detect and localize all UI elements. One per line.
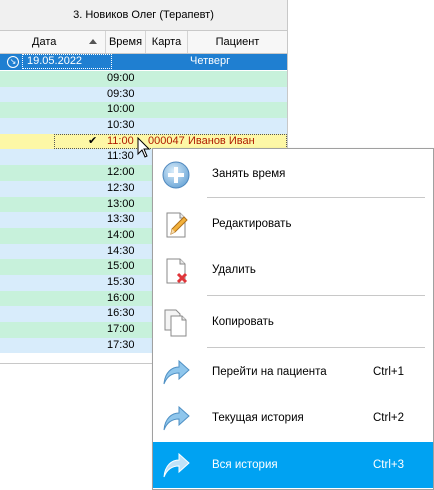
menu-item-copy[interactable]: Копировать — [153, 299, 433, 345]
menu-item-delete[interactable]: Удалить — [153, 247, 433, 293]
slot-time: 12:30 — [107, 181, 135, 194]
menu-item-full-history-label: Вся история — [212, 459, 278, 471]
slot-time: 10:30 — [107, 119, 135, 132]
menu-item-book-time[interactable]: Занять время — [153, 151, 433, 197]
time-slot-row[interactable]: 09:00 — [0, 71, 287, 87]
date-group-row[interactable]: ↘ 19.05.2022 Четверг — [0, 54, 287, 70]
time-slot-row[interactable]: 10:30 — [0, 118, 287, 134]
mouse-cursor-icon — [137, 137, 151, 158]
add-circle-icon — [162, 161, 190, 189]
menu-separator — [207, 347, 425, 348]
slot-time: 13:00 — [107, 197, 135, 210]
forward-arrow-icon — [163, 452, 190, 478]
column-card[interactable]: Карта — [146, 31, 188, 53]
menu-item-edit-label: Редактировать — [212, 218, 292, 230]
edit-document-icon — [166, 212, 188, 238]
slot-time: 12:00 — [107, 166, 135, 179]
checkmark-icon: ✔ — [88, 134, 98, 147]
menu-item-current-history-label: Текущая история — [212, 412, 304, 424]
slot-time: 16:30 — [107, 307, 135, 320]
column-time[interactable]: Время — [106, 31, 146, 53]
slot-time: 10:00 — [107, 103, 135, 116]
doctor-name: 3. Новиков Олег (Терапевт) — [73, 9, 214, 21]
slot-time: 14:00 — [107, 228, 135, 241]
column-time-label: Время — [108, 36, 143, 48]
column-card-label: Карта — [151, 36, 182, 48]
column-patient[interactable]: Пациент — [188, 31, 287, 53]
copy-icon — [164, 309, 187, 337]
column-patient-label: Пациент — [215, 36, 260, 48]
shortcut-ctrl-3: Ctrl+3 — [373, 459, 404, 471]
slot-time: 14:30 — [107, 244, 135, 257]
menu-item-goto-patient-label: Перейти на пациента — [212, 366, 327, 378]
column-headers: Дата Время Карта Пациент — [0, 31, 287, 54]
menu-separator — [207, 197, 425, 198]
menu-item-current-history[interactable]: Текущая история Ctrl+2 — [153, 395, 433, 441]
sort-ascending-icon — [89, 39, 97, 44]
slot-time: 15:00 — [107, 260, 135, 273]
column-date-label: Дата — [32, 36, 57, 48]
forward-arrow-icon — [163, 405, 190, 431]
slot-time: 17:30 — [107, 338, 135, 351]
menu-item-full-history[interactable]: Вся история Ctrl+3 — [153, 442, 433, 488]
time-slot-row[interactable]: 10:00 — [0, 102, 287, 119]
forward-arrow-icon — [163, 359, 190, 385]
slot-time: 16:00 — [107, 291, 135, 304]
doctor-header: 3. Новиков Олег (Терапевт) — [0, 0, 287, 31]
menu-item-book-time-label: Занять время — [212, 168, 286, 180]
group-weekday: Четверг — [190, 55, 231, 67]
column-date[interactable]: Дата — [0, 31, 106, 53]
slot-time: 09:30 — [107, 87, 135, 100]
slot-time: 17:00 — [107, 323, 135, 335]
collapse-icon[interactable]: ↘ — [7, 56, 19, 68]
slot-time: 15:30 — [107, 275, 135, 288]
group-date: 19.05.2022 — [27, 55, 83, 67]
menu-item-delete-label: Удалить — [212, 264, 256, 276]
slot-time: 13:30 — [107, 213, 135, 226]
shortcut-ctrl-1: Ctrl+1 — [373, 366, 404, 378]
menu-separator — [207, 295, 425, 296]
shortcut-ctrl-2: Ctrl+2 — [373, 412, 404, 424]
menu-item-copy-label: Копировать — [212, 316, 274, 328]
context-menu: Занять время Редактировать Удалить Копир… — [152, 148, 434, 490]
time-slot-row[interactable]: 09:30 — [0, 86, 287, 103]
menu-item-edit[interactable]: Редактировать — [153, 201, 433, 247]
menu-item-goto-patient[interactable]: Перейти на пациента Ctrl+1 — [153, 349, 433, 395]
delete-document-icon — [166, 258, 188, 284]
slot-time: 09:00 — [107, 72, 135, 84]
